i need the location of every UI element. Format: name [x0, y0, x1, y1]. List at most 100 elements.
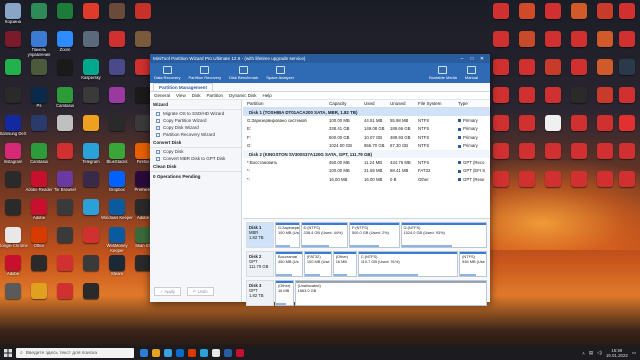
data-recovery-button[interactable]: Data Recovery [154, 66, 180, 80]
network-icon[interactable]: ▤ [589, 350, 593, 356]
table-row[interactable]: *: 16.00 MB 16.00 MB 0 B Other GPT (Rese [243, 175, 490, 183]
disk-1-row[interactable]: Disk 1 (TOSHIBA DT01ACA200 SATA, MBR, 1.… [243, 108, 490, 117]
diskmap-partition-block[interactable]: E:(NTFS) 338.4 GB (Used: 44%) [300, 222, 348, 248]
table-cell: 11.24 MB [364, 160, 383, 166]
partition-recovery-item[interactable]: Partition Recovery Wizard [150, 131, 241, 138]
clean-disk-section-title[interactable]: Clean Disk [150, 162, 241, 172]
desktop-shortcut-left-63[interactable] [74, 283, 108, 315]
app-icon [619, 171, 635, 187]
convert-disk-section-title[interactable]: Convert Disk [150, 138, 241, 148]
diskmap-disk-label[interactable]: Disk 1 MBR 1.82 TB [246, 222, 274, 248]
diskmap-partition-block[interactable]: G:(NTFS) 1024.0 GB (Used: 93%) [400, 222, 487, 248]
copy-partition-icon [156, 118, 160, 123]
partition-recovery-button[interactable]: Partition Recovery [188, 66, 221, 80]
taskbar-app-icon[interactable] [212, 349, 220, 357]
apply-button[interactable]: ✓ Apply [154, 287, 181, 296]
desktop-shortcut-label [74, 300, 108, 309]
wizard-section-title[interactable]: Wizard [150, 100, 241, 110]
start-button[interactable] [0, 349, 16, 357]
app-icon [5, 3, 21, 19]
app-icon [57, 115, 73, 131]
table-row[interactable]: G: 1024.00 GB 956.70 GB 67.30 GB NTFS Primary [243, 142, 490, 150]
diskmap-row[interactable]: Disk 3 GPT 1.82 TB (Other) 16 MB (Unallocated… [246, 280, 487, 306]
bootable-media-button[interactable]: Bootable Media [429, 66, 457, 80]
diskmap-disk-label[interactable]: Disk 3 GPT 1.82 TB [246, 280, 274, 306]
menu-partition[interactable]: Partition [206, 93, 223, 98]
diskmap-partition-block[interactable]: (Other) 16 MB [275, 280, 294, 306]
clock[interactable]: 15:59 19.01.2022 [606, 348, 628, 358]
taskbar-app-icon[interactable] [176, 349, 184, 357]
convert-mbr-gpt-item[interactable]: Convert MBR Disk to GPT Disk [150, 155, 241, 162]
app-icon [109, 227, 125, 243]
disk-benchmark-button[interactable]: Disk Benchmark [229, 66, 258, 80]
diskmap-partition-block[interactable]: C:(NTFS) 110.7 GB (Used: 91%) [357, 251, 459, 277]
partition-type-icon [458, 178, 461, 182]
col-type[interactable]: Type [458, 101, 488, 106]
data-recovery-icon [162, 66, 172, 74]
minimize-icon[interactable]: – [457, 56, 467, 62]
taskbar-app-icon[interactable] [236, 349, 244, 357]
taskbar-app-icon[interactable] [200, 349, 208, 357]
diskmap-partition-block[interactable]: (FAT32) 100 MB (Use [303, 251, 332, 277]
window-titlebar[interactable]: MiniTool Partition Wizard Pro Ultimate 1… [150, 54, 490, 63]
app-icon [57, 171, 73, 187]
close-icon[interactable]: ✕ [477, 56, 487, 62]
undo-button[interactable]: ↶ Undo [186, 287, 214, 296]
taskbar-app-icon[interactable] [164, 349, 172, 357]
taskbar-app-icon[interactable] [224, 349, 232, 357]
desktop-shortcut-right-41[interactable] [610, 171, 640, 203]
taskbar-app-icon[interactable] [140, 349, 148, 357]
diskmap-partition-block[interactable]: F:(NTFS) 500.0 GB (Used: 2%) [348, 222, 400, 248]
copy-disk-action-icon [156, 149, 160, 154]
maximize-icon[interactable]: □ [467, 56, 477, 62]
copy-partition-item[interactable]: Copy Partition Wizard [150, 117, 241, 124]
diskmap-partition-block[interactable]: G:Зарезерв 100 MB (Use [275, 222, 300, 248]
manual-button[interactable]: Manual [465, 66, 478, 80]
diskmap-row[interactable]: Disk 2 GPT 111.79 GB Восстанов 450 MB (Us (FA… [246, 251, 487, 277]
app-icon [519, 115, 535, 131]
table-cell: Primary [458, 126, 488, 131]
app-icon [571, 3, 587, 19]
table-row[interactable]: G:Зарезервировано системой 100.00 MB 44.51… [243, 116, 490, 124]
tray-chevron-icon[interactable]: ˄ [582, 351, 585, 356]
partition-type-icon [458, 127, 461, 131]
space-analyzer-button[interactable]: Space Analyzer [266, 66, 294, 80]
tab-partition-management[interactable]: Partition Management [153, 83, 213, 91]
table-cell: G:Зарезервировано системой [247, 118, 307, 124]
migrate-os-item[interactable]: Migrate OS to SSD/HD Wizard [150, 110, 241, 117]
col-used[interactable]: Used [364, 101, 390, 106]
col-capacity[interactable]: Capacity [329, 101, 364, 106]
taskbar-app-icon[interactable] [152, 349, 160, 357]
col-filesystem[interactable]: File System [418, 101, 458, 106]
app-icon [519, 59, 535, 75]
app-icon [571, 115, 587, 131]
diskmap-partition-block[interactable]: Восстанов 450 MB (Us [275, 251, 303, 277]
diskmap-partition-block[interactable]: (Unallocated) 1863.0 GB [294, 280, 487, 306]
notifications-icon[interactable]: ▭ [632, 350, 636, 356]
copy-disk-wizard-item[interactable]: Copy Disk Wizard [150, 124, 241, 131]
app-icon [5, 171, 21, 187]
menu-disk[interactable]: Disk [192, 93, 201, 98]
disk-2-row[interactable]: Disk 2 (KINGSTON SV300S37A120G SATA, GPT… [243, 149, 490, 159]
col-unused[interactable]: Unused [390, 101, 418, 106]
menu-dynamic-disk[interactable]: Dynamic Disk [229, 93, 257, 98]
menu-view[interactable]: View [176, 93, 186, 98]
menu-general[interactable]: General [154, 93, 170, 98]
diskmap-partition-block[interactable]: (NTFS) 536 MB (Use [459, 251, 487, 277]
partition-size: 338.4 GB (Used: 44%) [303, 229, 343, 235]
table-row[interactable]: F: 500.00 GB 10.07 GB 489.93 GB NTFS Primary [243, 133, 490, 141]
taskbar-app-icon[interactable] [188, 349, 196, 357]
window-title: MiniTool Partition Wizard Pro Ultimate 1… [153, 56, 306, 61]
taskbar-search-input[interactable]: ⌕ Введите здесь текст для поиска [16, 348, 134, 358]
volume-icon[interactable]: ◁) [597, 350, 602, 356]
diskmap-row[interactable]: Disk 1 MBR 1.82 TB G:Зарезерв 100 MB (Use E:(… [246, 222, 487, 248]
menu-help[interactable]: Help [262, 93, 271, 98]
table-cell: NTFS [418, 118, 430, 124]
diskmap-partition-block[interactable]: (Other) 16 MB [332, 251, 357, 277]
diskmap-disk-label[interactable]: Disk 2 GPT 111.79 GB [246, 251, 274, 277]
table-row[interactable]: *:Восстановить 450.00 MB 11.24 MB 434.76 MB… [243, 158, 490, 166]
copy-disk-item[interactable]: Copy Disk [150, 148, 241, 155]
table-row[interactable]: *: 100.00 MB 31.59 MB 68.41 MB FAT32 GPT (EFI… [243, 167, 490, 175]
table-row[interactable]: E: 338.41 GB 149.08 GB 189.66 GB NTFS Primary [243, 125, 490, 133]
col-partition[interactable]: Partition [247, 101, 329, 106]
